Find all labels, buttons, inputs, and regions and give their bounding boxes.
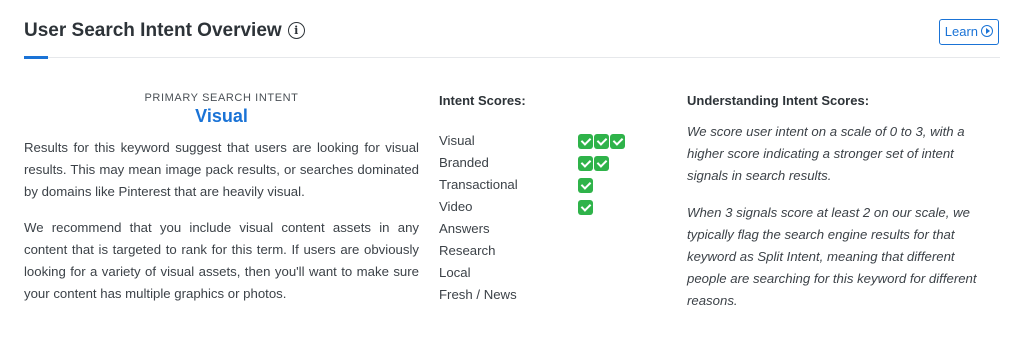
intent-score-checks xyxy=(578,178,594,193)
intent-score-name: Local xyxy=(439,265,471,280)
intent-score-checks xyxy=(578,134,626,149)
intent-description: Results for this keyword suggest that us… xyxy=(24,140,419,199)
intent-score-row: Video xyxy=(439,196,659,218)
intent-score-name: Transactional xyxy=(439,177,518,192)
understanding-heading: Understanding Intent Scores: xyxy=(687,93,870,108)
header-divider xyxy=(24,57,1000,58)
check-mark-icon xyxy=(578,134,593,149)
page-title: User Search Intent Overview i xyxy=(24,20,305,42)
intent-scores-list: Visual Branded Transactional Video Answers Re… xyxy=(439,130,659,306)
intent-score-checks xyxy=(578,200,594,215)
understanding-paragraph-2: When 3 signals score at least 2 on our s… xyxy=(687,205,977,308)
intent-score-name: Visual xyxy=(439,133,475,148)
check-mark-icon xyxy=(578,156,593,171)
intent-score-row: Answers xyxy=(439,218,659,240)
intent-score-name: Answers xyxy=(439,221,490,236)
check-mark-icon xyxy=(594,134,609,149)
info-icon[interactable]: i xyxy=(287,22,305,39)
intent-score-row: Branded xyxy=(439,152,659,174)
check-mark-icon xyxy=(578,178,593,193)
intent-score-row: Fresh / News xyxy=(439,284,659,306)
intent-score-row: Local xyxy=(439,262,659,284)
primary-intent-value: Visual xyxy=(195,106,248,126)
intent-score-checks xyxy=(578,156,610,171)
intent-score-row: Research xyxy=(439,240,659,262)
intent-score-row: Transactional xyxy=(439,174,659,196)
intent-scores-heading: Intent Scores: xyxy=(439,93,526,108)
page-title-text: User Search Intent Overview xyxy=(24,20,282,41)
check-mark-icon xyxy=(578,200,593,215)
intent-recommendation: We recommend that you include visual con… xyxy=(24,220,419,301)
intent-score-name: Branded xyxy=(439,155,489,170)
intent-score-name: Fresh / News xyxy=(439,287,517,302)
panel-header: User Search Intent Overview i Learn xyxy=(24,18,1000,46)
primary-intent-label: PRIMARY SEARCH INTENT xyxy=(144,92,299,104)
intent-score-row: Visual xyxy=(439,130,659,152)
learn-button-label: Learn xyxy=(944,24,978,39)
active-tab-indicator xyxy=(24,56,48,59)
intent-score-name: Video xyxy=(439,199,473,214)
primary-intent-section: PRIMARY SEARCH INTENT Visual Results for… xyxy=(24,92,419,305)
understanding-section: Understanding Intent Scores: We score us… xyxy=(687,93,997,312)
intent-score-name: Research xyxy=(439,243,496,258)
intent-scores-section: Intent Scores: Visual Branded Transactiona… xyxy=(439,93,659,306)
learn-button[interactable]: Learn xyxy=(938,19,999,45)
check-mark-icon xyxy=(610,134,625,149)
check-mark-icon xyxy=(594,156,609,171)
play-circle-icon xyxy=(981,25,993,37)
understanding-paragraph-1: We score user intent on a scale of 0 to … xyxy=(687,124,965,183)
